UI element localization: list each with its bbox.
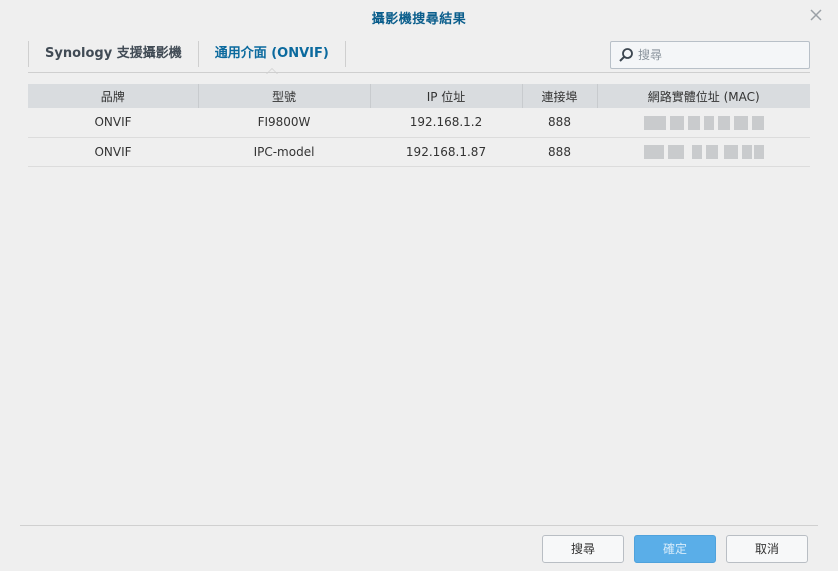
search-box[interactable] <box>610 41 810 69</box>
cell-mac <box>597 108 810 138</box>
cell-ip: 192.168.1.87 <box>370 137 522 167</box>
search-icon <box>619 48 633 62</box>
tab-onvif[interactable]: 通用介面 (ONVIF) <box>197 41 346 74</box>
search-button[interactable]: 搜尋 <box>542 535 624 563</box>
search-input[interactable] <box>638 48 808 62</box>
cancel-button[interactable]: 取消 <box>726 535 808 563</box>
column-header-mac[interactable]: 網路實體位址 (MAC) <box>597 84 810 108</box>
cell-port: 888 <box>522 108 597 138</box>
table-row[interactable]: ONVIF IPC-model 192.168.1.87 888 <box>28 137 810 167</box>
cell-model: IPC-model <box>198 137 370 167</box>
dialog-title: 攝影機搜尋結果 <box>371 12 467 27</box>
column-header-ip[interactable]: IP 位址 <box>370 84 523 108</box>
cell-model: FI9800W <box>198 108 370 138</box>
mac-redacted <box>643 115 764 130</box>
tab-divider <box>28 72 810 73</box>
cell-brand: ONVIF <box>28 108 198 138</box>
mac-redacted <box>643 144 764 159</box>
column-header-brand[interactable]: 品牌 <box>28 84 199 108</box>
column-header-model[interactable]: 型號 <box>198 84 371 108</box>
cell-mac <box>597 137 810 167</box>
camera-results-table: 品牌 型號 IP 位址 連接埠 網路實體位址 (MAC) ONVIF FI980… <box>28 84 810 167</box>
table-row[interactable]: ONVIF FI9800W 192.168.1.2 888 <box>28 108 810 138</box>
active-tab-indicator <box>265 68 278 74</box>
cell-ip: 192.168.1.2 <box>370 108 522 138</box>
dialog-titlebar: 攝影機搜尋結果 <box>0 0 838 36</box>
tab-label: 通用介面 (ONVIF) <box>214 46 329 61</box>
cell-port: 888 <box>522 137 597 167</box>
tab-synology-cameras[interactable]: Synology 支援攝影機 <box>28 41 198 67</box>
footer-divider <box>20 525 818 526</box>
tab-label: Synology 支援攝影機 <box>45 46 182 61</box>
table-header-row: 品牌 型號 IP 位址 連接埠 網路實體位址 (MAC) <box>28 84 810 108</box>
close-icon[interactable] <box>808 7 824 23</box>
tab-bar: Synology 支援攝影機 通用介面 (ONVIF) <box>28 41 346 74</box>
column-header-port[interactable]: 連接埠 <box>522 84 598 108</box>
cell-brand: ONVIF <box>28 137 198 167</box>
ok-button[interactable]: 確定 <box>634 535 716 563</box>
